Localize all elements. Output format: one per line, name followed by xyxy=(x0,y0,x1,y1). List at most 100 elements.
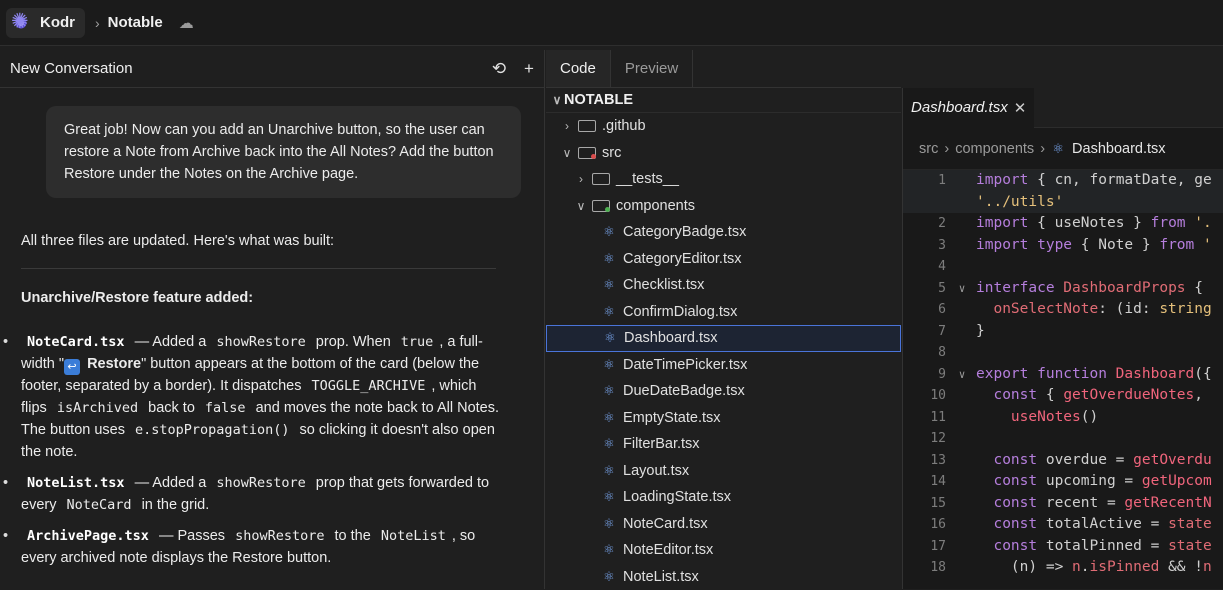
inline-code: TOGGLE_ARCHIVE xyxy=(306,378,432,394)
editor-tab[interactable]: Dashboard.tsx ✕ xyxy=(903,88,1034,128)
text: to the xyxy=(335,528,371,544)
editor-breadcrumb: src › components › ⚛ Dashboard.tsx xyxy=(903,128,1223,170)
tree-file[interactable]: ⚛NoteEditor.tsx xyxy=(546,537,901,564)
code-line: 7} xyxy=(903,321,1223,343)
react-icon: ⚛ xyxy=(602,489,616,505)
file-label: ConfirmDialog.tsx xyxy=(623,304,737,320)
code-area[interactable]: 1import { cn, formatDate, ge '../utils' … xyxy=(903,170,1223,579)
code-line: 18 (n) => n.isPinned && !n xyxy=(903,557,1223,579)
tab-preview[interactable]: Preview xyxy=(611,50,693,87)
chevron-down-icon: ∨ xyxy=(574,199,588,213)
react-icon: ⚛ xyxy=(602,251,616,267)
react-icon: ⚛ xyxy=(603,330,617,346)
code-line: 6 onSelectNote: (id: string xyxy=(903,299,1223,321)
tree-file[interactable]: ⚛ Dashboard.tsx xyxy=(546,325,901,352)
editor-tab-bar: Dashboard.tsx ✕ xyxy=(903,88,1223,128)
chevron-down-icon: ∨ xyxy=(550,93,564,107)
breadcrumb-item[interactable]: components xyxy=(955,141,1034,157)
breadcrumb-separator: › xyxy=(95,15,100,31)
tab-code[interactable]: Code xyxy=(546,50,611,87)
react-icon: ⚛ xyxy=(602,224,616,240)
tree-file[interactable]: ⚛ DueDateBadge.tsx xyxy=(546,378,901,405)
code-line: 10 const { getOverdueNotes, xyxy=(903,385,1223,407)
user-message: Great job! Now can you add an Unarchive … xyxy=(46,106,521,198)
text: — Passes xyxy=(159,528,225,544)
app-name: Kodr xyxy=(40,14,75,31)
tree-file[interactable]: ⚛ ConfirmDialog.tsx xyxy=(546,299,901,326)
inline-code: showRestore xyxy=(229,528,330,544)
tree-folder-tests[interactable]: › __tests__ xyxy=(546,166,901,193)
code-line: 11 useNotes() xyxy=(903,407,1223,429)
react-icon: ⚛ xyxy=(602,436,616,452)
inline-code: showRestore xyxy=(210,334,311,350)
tree-file[interactable]: ⚛ LoadingState.tsx xyxy=(546,484,901,511)
file-label: DueDateBadge.tsx xyxy=(623,383,745,399)
tree-file[interactable]: ⚛NoteCard.tsx xyxy=(546,511,901,538)
list-item: NoteList.tsx — Added a showRestore prop … xyxy=(21,472,501,516)
tree-file[interactable]: ⚛FilterBar.tsx xyxy=(546,431,901,458)
file-name: ArchivePage.tsx xyxy=(21,528,155,544)
code-line: 4 xyxy=(903,256,1223,278)
react-icon: ⚛ xyxy=(602,410,616,426)
code-line: 17 const totalPinned = state xyxy=(903,536,1223,558)
chevron-down-icon: ∨ xyxy=(560,146,574,160)
tree-file[interactable]: ⚛CategoryEditor.tsx xyxy=(546,246,901,273)
list-item: ArchivePage.tsx — Passes showRestore to … xyxy=(21,525,501,569)
new-conversation-plus-icon[interactable]: + xyxy=(514,59,544,79)
tree-file[interactable]: ⚛Checklist.tsx xyxy=(546,272,901,299)
breadcrumb-item[interactable]: src xyxy=(919,141,938,157)
folder-label: __tests__ xyxy=(616,171,679,187)
code-line: 15 const recent = getRecentN xyxy=(903,493,1223,515)
react-icon: ⚛ xyxy=(602,383,616,399)
code-line: 16 const totalActive = state xyxy=(903,514,1223,536)
view-tabs: Code Preview xyxy=(546,50,901,88)
inline-code: e.stopPropagation() xyxy=(129,422,295,438)
code-line: '../utils' xyxy=(903,192,1223,214)
file-label: Dashboard.tsx xyxy=(624,330,718,346)
code-line: 9∨export function Dashboard({ xyxy=(903,364,1223,386)
editor-tab-label: Dashboard.tsx xyxy=(911,99,1008,116)
inline-code: NoteList xyxy=(375,528,452,544)
file-name: NoteCard.tsx xyxy=(21,334,131,350)
code-editor: Dashboard.tsx ✕ src › components › ⚛ Das… xyxy=(902,88,1223,589)
tree-file[interactable]: ⚛CategoryBadge.tsx xyxy=(546,219,901,246)
file-label: LoadingState.tsx xyxy=(623,489,731,505)
file-label: EmptyState.tsx xyxy=(623,410,721,426)
project-name[interactable]: Notable xyxy=(108,14,163,31)
tree-folder-github[interactable]: › .github xyxy=(546,113,901,140)
tree-file[interactable]: ⚛ EmptyState.tsx xyxy=(546,405,901,432)
history-icon[interactable]: ⟲ xyxy=(484,59,514,79)
divider xyxy=(21,268,496,269)
react-icon: ⚛ xyxy=(602,542,616,558)
folder-label: components xyxy=(616,198,695,214)
code-line: 8 xyxy=(903,342,1223,364)
file-explorer-panel: Code Preview ∨ NOTABLE › .github ∨ src ›… xyxy=(546,50,901,589)
tree-folder-components[interactable]: ∨ components xyxy=(546,193,901,220)
list-item: NoteCard.tsx — Added a showRestore prop.… xyxy=(21,331,501,463)
breadcrumb-item[interactable]: Dashboard.tsx xyxy=(1072,141,1166,157)
close-icon[interactable]: ✕ xyxy=(1014,99,1027,117)
folder-icon xyxy=(592,173,610,185)
cloud-sync-icon[interactable]: ☁ xyxy=(179,14,194,32)
folder-icon xyxy=(578,120,596,132)
code-line: 2import { useNotes } from '. xyxy=(903,213,1223,235)
file-label: Checklist.tsx xyxy=(623,277,704,293)
tree-file[interactable]: ⚛DateTimePicker.tsx xyxy=(546,352,901,379)
tree-folder-src[interactable]: ∨ src xyxy=(546,140,901,167)
file-label: DateTimePicker.tsx xyxy=(623,357,747,373)
assistant-intro: All three files are updated. Here's what… xyxy=(21,230,501,252)
folder-label: .github xyxy=(602,118,646,134)
tree-file[interactable]: ⚛Layout.tsx xyxy=(546,458,901,485)
text: — Added a xyxy=(135,334,207,350)
chevron-right-icon: › xyxy=(574,172,588,186)
inline-code: NoteCard xyxy=(61,497,138,513)
file-label: NoteCard.tsx xyxy=(623,516,708,532)
component-files: ⚛CategoryBadge.tsx⚛CategoryEditor.tsx⚛Ch… xyxy=(546,219,901,590)
react-icon: ⚛ xyxy=(602,304,616,320)
tree-file[interactable]: ⚛NoteList.tsx xyxy=(546,564,901,590)
app-brand[interactable]: Kodr xyxy=(6,8,85,38)
tree-root[interactable]: ∨ NOTABLE xyxy=(546,88,901,113)
kodr-logo-icon xyxy=(10,12,32,34)
react-icon: ⚛ xyxy=(1051,141,1065,157)
code-line: 3import type { Note } from ' xyxy=(903,235,1223,257)
